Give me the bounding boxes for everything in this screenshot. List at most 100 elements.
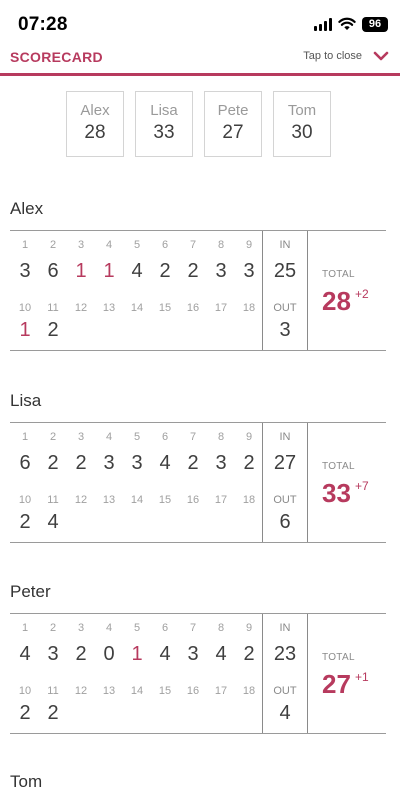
scorecard-header[interactable]: SCORECARD Tap to close (0, 46, 400, 76)
hole-number: 10 (18, 494, 32, 506)
hole-number: 6 (161, 622, 169, 634)
hole-number: 14 (130, 494, 144, 506)
hole-number: 11 (47, 302, 59, 314)
score-to-par: +7 (355, 479, 369, 493)
hole-score[interactable]: 2 (67, 452, 95, 475)
hole-score[interactable]: 6 (39, 260, 67, 283)
hole-score[interactable]: 3 (179, 643, 207, 666)
battery-icon: 96 (362, 16, 388, 32)
hole-number: 1 (21, 622, 29, 634)
in-total: 23 (273, 643, 297, 665)
summary-card[interactable]: Tom 30 (273, 91, 331, 157)
hole-number: 6 (161, 431, 169, 443)
hole-score[interactable]: 3 (95, 452, 123, 475)
hole-score[interactable]: 2 (39, 702, 67, 725)
divider (307, 423, 308, 542)
total-label: TOTAL (322, 652, 355, 663)
hole-number: 7 (189, 622, 197, 634)
hole-number: 2 (49, 239, 57, 251)
hole-number: 6 (161, 239, 169, 251)
cellular-signal-icon (314, 17, 332, 31)
hole-score[interactable]: 2 (11, 702, 39, 725)
hole-score[interactable]: 2 (67, 643, 95, 666)
hole-number: 12 (74, 685, 88, 697)
hole-score[interactable]: 1 (123, 643, 151, 666)
hole-number: 17 (214, 494, 228, 506)
player-name: Alex (10, 199, 44, 218)
chevron-down-icon[interactable] (373, 50, 389, 62)
hole-score[interactable]: 3 (39, 643, 67, 666)
hole-score[interactable]: 0 (95, 643, 123, 666)
hole-score[interactable]: 4 (151, 643, 179, 666)
hole-score[interactable]: 3 (207, 260, 235, 283)
hole-score[interactable]: 1 (11, 319, 39, 342)
hole-score[interactable]: 3 (207, 452, 235, 475)
summary-player-name: Tom (287, 102, 317, 119)
hole-score[interactable]: 6 (11, 452, 39, 475)
divider (307, 231, 308, 350)
hole-number: 15 (158, 494, 172, 506)
score-to-par: +2 (355, 287, 369, 301)
hole-score[interactable]: 1 (95, 260, 123, 283)
summary-card[interactable]: Pete 27 (204, 91, 262, 157)
hole-number: 13 (102, 302, 116, 314)
hole-number: 15 (158, 302, 172, 314)
hole-number: 14 (130, 685, 144, 697)
hole-score[interactable]: 2 (179, 452, 207, 475)
hole-number: 10 (18, 685, 32, 697)
player-name: Peter (10, 582, 51, 601)
player-scorecard: Alex 1 3 10 1 2 6 11 2 3 1 12 4 1 13 5 4 14 6 2 15 7 2 16 8 3 17 9 3… (0, 199, 400, 364)
hole-score[interactable]: 2 (39, 452, 67, 475)
hole-score[interactable]: 2 (235, 452, 263, 475)
total-label: TOTAL (322, 461, 355, 472)
hole-score[interactable]: 2 (151, 260, 179, 283)
hole-number: 18 (242, 302, 256, 314)
summary-player-name: Alex (80, 102, 110, 119)
hole-number: 7 (189, 239, 197, 251)
total-score: 27 (322, 669, 351, 699)
hole-score[interactable]: 4 (123, 260, 151, 283)
total-label: TOTAL (322, 269, 355, 280)
hole-number: 4 (105, 239, 113, 251)
hole-number: 3 (77, 431, 85, 443)
hole-number: 5 (133, 431, 141, 443)
tap-to-close-label[interactable]: Tap to close (303, 50, 362, 62)
hole-number: 4 (105, 622, 113, 634)
hole-score[interactable]: 3 (123, 452, 151, 475)
hole-score[interactable]: 2 (39, 319, 67, 342)
hole-number: 16 (186, 494, 200, 506)
hole-score[interactable]: 4 (11, 643, 39, 666)
hole-number: 16 (186, 685, 200, 697)
hole-number: 8 (217, 622, 225, 634)
hole-number: 13 (102, 494, 116, 506)
hole-number: 16 (186, 302, 200, 314)
hole-score[interactable]: 1 (67, 260, 95, 283)
hole-number: 11 (47, 685, 59, 697)
hole-score[interactable]: 4 (207, 643, 235, 666)
summary-card[interactable]: Alex 28 (66, 91, 124, 157)
hole-number: 2 (49, 431, 57, 443)
hole-score[interactable]: 3 (235, 260, 263, 283)
hole-score[interactable]: 4 (151, 452, 179, 475)
hole-number: 9 (245, 431, 253, 443)
summary-player-score: 27 (222, 122, 244, 143)
status-icons: 96 (314, 16, 388, 32)
score-grid: 1 4 10 2 2 3 11 2 3 2 12 4 0 13 5 1 14 6 4 15 7 3 16 8 4 17 9 2 18 IN… (10, 613, 386, 734)
hole-score[interactable]: 2 (179, 260, 207, 283)
hole-score[interactable]: 2 (11, 511, 39, 534)
hole-number: 10 (18, 302, 32, 314)
hole-number: 9 (245, 239, 253, 251)
status-time: 07:28 (18, 14, 68, 35)
out-label: OUT (273, 494, 297, 506)
hole-number: 12 (74, 494, 88, 506)
out-label: OUT (273, 685, 297, 697)
hole-number: 3 (77, 239, 85, 251)
hole-score[interactable]: 2 (235, 643, 263, 666)
summary-card[interactable]: Lisa 33 (135, 91, 193, 157)
hole-score[interactable]: 4 (39, 511, 67, 534)
hole-number: 4 (105, 431, 113, 443)
in-total: 27 (273, 452, 297, 474)
hole-score[interactable]: 3 (11, 260, 39, 283)
summary-player-name: Lisa (150, 102, 178, 119)
wifi-icon (338, 17, 356, 30)
